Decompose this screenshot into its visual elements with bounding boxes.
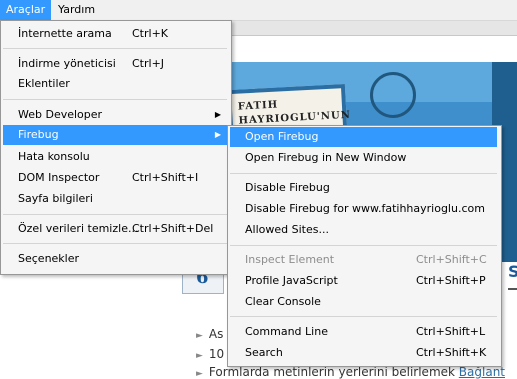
menu-item-disable-firebug-for-site[interactable]: Disable Firebug for www.fatihhayrioglu.c… [230, 199, 497, 219]
submenu-arrow-icon: ▶ [214, 130, 221, 139]
menu-item-label: Search [245, 346, 283, 359]
menu-item-disable-firebug[interactable]: Disable Firebug [230, 178, 497, 198]
menu-item-label: İnternette arama [18, 27, 112, 40]
menu-item-label: Disable Firebug for www.fatihhayrioglu.c… [245, 202, 485, 215]
menu-item-label: DOM Inspector [18, 171, 100, 184]
page-header-area [230, 36, 517, 61]
menu-item-label: Sayfa bilgileri [18, 192, 93, 205]
menu-item-label: Eklentiler [18, 77, 70, 90]
menu-item-shortcut: Ctrl+Shift+K [416, 346, 487, 359]
menu-item-label: Firebug [18, 128, 59, 141]
menu-item-shortcut: Ctrl+Shift+L [416, 325, 486, 338]
menu-yardim[interactable]: Yardım [52, 0, 101, 20]
menu-separator [230, 173, 497, 174]
list-item-link[interactable]: Bağlant [459, 365, 505, 379]
menu-item-label: Disable Firebug [245, 181, 330, 194]
menu-item-profile-javascript[interactable]: Profile JavaScript Ctrl+Shift+P [230, 271, 497, 291]
list-item-text: As [208, 327, 224, 341]
menu-item-dom-inspector[interactable]: DOM Inspector Ctrl+Shift+I [3, 168, 227, 188]
menu-item-web-developer[interactable]: Web Developer ▶ [3, 105, 227, 125]
list-item: ► As [196, 327, 223, 341]
menu-item-open-firebug[interactable]: Open Firebug [230, 127, 497, 147]
menu-item-command-line[interactable]: Command Line Ctrl+Shift+L [230, 322, 497, 342]
banner-text-1: FATIH [237, 99, 279, 113]
menu-item-internet-search[interactable]: İnternette arama Ctrl+K [3, 24, 227, 44]
menu-separator [3, 48, 227, 49]
menu-item-shortcut: Ctrl+Shift+I [132, 171, 199, 184]
tools-menu: İnternette arama Ctrl+K İndirme yönetici… [0, 20, 232, 275]
menu-yardim-label: Yardım [58, 3, 96, 16]
bullet-arrow-icon: ► [196, 331, 203, 341]
list-item: ► 10 [196, 347, 224, 361]
menu-item-error-console[interactable]: Hata konsolu [3, 147, 227, 167]
banner-ornament [370, 72, 416, 118]
menu-item-label: Command Line [245, 325, 328, 338]
list-item-text: 10 [208, 347, 225, 361]
menu-item-firebug[interactable]: Firebug ▶ [3, 125, 227, 145]
menu-item-shortcut: Ctrl+Shift+P [416, 274, 486, 287]
menu-separator [230, 245, 497, 246]
menu-item-label: Özel verileri temizle... [18, 222, 139, 235]
menu-araclar[interactable]: Araçlar [0, 0, 52, 20]
menu-item-search[interactable]: Search Ctrl+Shift+K [230, 343, 497, 363]
menu-item-label: Allowed Sites... [245, 223, 329, 236]
menu-item-allowed-sites[interactable]: Allowed Sites... [230, 220, 497, 240]
menu-separator [3, 243, 227, 244]
menu-item-label: Seçenekler [18, 252, 80, 265]
menu-item-shortcut: Ctrl+K [132, 27, 169, 40]
menu-separator [3, 214, 227, 215]
bullet-arrow-icon: ► [196, 369, 203, 379]
menu-separator [230, 316, 497, 317]
menu-item-downloads[interactable]: İndirme yöneticisi Ctrl+J [3, 54, 227, 74]
menu-item-label: Clear Console [245, 295, 321, 308]
menu-separator [3, 99, 227, 100]
menu-item-clear-private-data[interactable]: Özel verileri temizle... Ctrl+Shift+Del [3, 219, 227, 239]
menu-item-label: Profile JavaScript [245, 274, 338, 287]
list-item: ► Formlarda metinlerin yerlerini belirlem… [196, 365, 505, 379]
menu-araclar-label: Araçlar [6, 3, 46, 16]
menu-item-inspect-element: Inspect Element Ctrl+Shift+C [230, 250, 497, 270]
list-item-text: Formlarda metinlerin yerlerini belirleme… [208, 365, 455, 379]
submenu-arrow-icon: ▶ [214, 110, 221, 119]
page-side-letter: S [508, 262, 517, 290]
menu-item-shortcut: Ctrl+J [132, 57, 165, 70]
menu-item-label: Open Firebug [245, 130, 319, 143]
menu-item-label: İndirme yöneticisi [18, 57, 116, 70]
menu-bar: Araçlar Yardım [0, 0, 517, 21]
menu-item-clear-console[interactable]: Clear Console [230, 292, 497, 312]
menu-item-open-firebug-new-window[interactable]: Open Firebug in New Window [230, 148, 497, 168]
menu-item-label: Hata konsolu [18, 150, 90, 163]
menu-item-page-info[interactable]: Sayfa bilgileri [3, 189, 227, 209]
menu-item-options[interactable]: Seçenekler [3, 249, 227, 269]
menu-item-label: Web Developer [18, 108, 103, 121]
menu-item-label: Inspect Element [245, 253, 335, 266]
menu-item-shortcut: Ctrl+Shift+C [416, 253, 487, 266]
firebug-submenu: Open Firebug Open Firebug in New Window … [227, 125, 502, 367]
menu-item-shortcut: Ctrl+Shift+Del [132, 222, 214, 235]
bullet-arrow-icon: ► [196, 351, 203, 361]
browser-toolbar [230, 21, 517, 36]
menu-item-addons[interactable]: Eklentiler [3, 74, 227, 94]
menu-item-label: Open Firebug in New Window [245, 151, 407, 164]
